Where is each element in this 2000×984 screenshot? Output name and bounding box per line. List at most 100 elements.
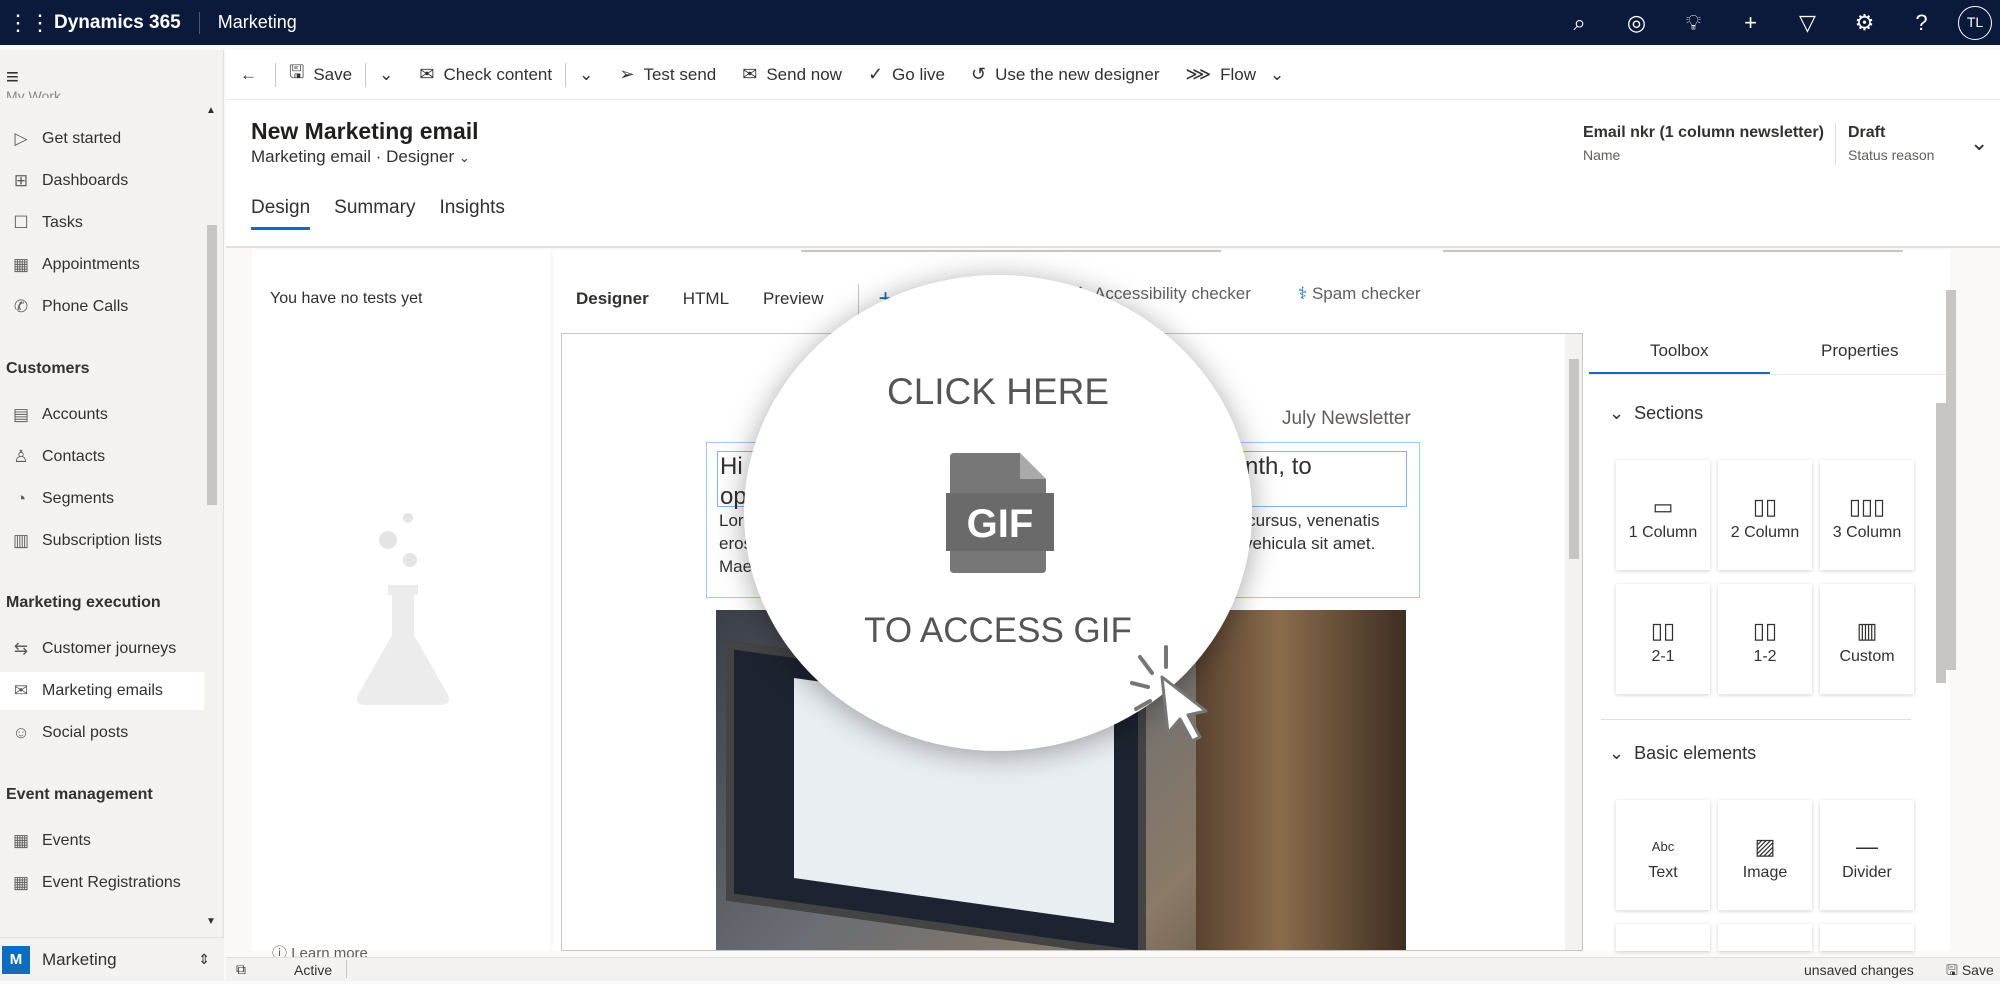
sidebar-scroll-down-icon[interactable]: ▼ <box>206 916 216 927</box>
sidebar-item-customer-journeys[interactable]: ⇆ Customer journeys <box>0 630 204 668</box>
segments-icon: ◔ <box>15 489 27 508</box>
scroll-thumb[interactable] <box>1946 290 1956 670</box>
person-icon: ♙ <box>13 447 29 466</box>
area-switcher[interactable]: M Marketing ⇕ <box>0 937 224 981</box>
sections-header[interactable]: ⌄ Sections <box>1609 403 1703 424</box>
help-icon[interactable]: ? <box>1893 10 1950 36</box>
outer-scrollbar[interactable] <box>1946 270 1956 950</box>
sidebar-item-appointments[interactable]: ▦ Appointments <box>0 246 204 284</box>
sidebar-scroll-up-icon[interactable]: ▲ <box>206 105 216 116</box>
save-options-chevron[interactable]: ⌄ <box>366 50 406 100</box>
sidebar-item-segments[interactable]: ◔ Segments <box>0 480 204 518</box>
tab-summary[interactable]: Summary <box>334 197 415 230</box>
section-1-2[interactable]: ▯▯ 1-2 <box>1718 584 1812 694</box>
save-label: Save <box>1961 962 1994 978</box>
use-new-designer-button[interactable]: ↺ Use the new designer <box>958 50 1173 100</box>
canvas-scrollbar[interactable] <box>1565 334 1582 950</box>
tab-designer[interactable]: Designer <box>576 289 649 309</box>
sidebar-item-accounts[interactable]: ▤ Accounts <box>0 396 204 434</box>
section-2-column[interactable]: ▯▯ 2 Column <box>1718 460 1812 570</box>
record-status: Active <box>294 962 333 978</box>
three-column-icon: ▯▯▯ <box>1848 494 1886 519</box>
basic-elements-header[interactable]: ⌄ Basic elements <box>1609 743 1756 764</box>
element-image[interactable]: ▨ Image <box>1718 800 1812 910</box>
list-icon: ▥ <box>12 531 30 550</box>
sidebar-item-social-posts[interactable]: ☺ Social posts <box>0 714 204 752</box>
chevron-down-icon: ⌄ <box>579 64 594 84</box>
sidebar-item-event-registrations[interactable]: ▦ Event Registrations <box>0 864 204 902</box>
statusbar-save-button[interactable]: 🖫︎ Save <box>1946 960 1994 984</box>
command-bar: ← 🖫︎ Save ⌄ ✉ Check content ⌄ ➢ Test send ✉… <box>226 50 2000 100</box>
element-more[interactable] <box>1616 924 1710 951</box>
form-selector[interactable]: Designer ⌄ <box>386 147 470 166</box>
save-icon: 🖫︎ <box>289 61 305 82</box>
check-content-button[interactable]: ✉ Check content <box>406 50 565 100</box>
chevron-down-icon: ⌄ <box>458 150 470 165</box>
element-text[interactable]: Abc Text <box>1616 800 1710 910</box>
basic-elements-title: Basic elements <box>1634 743 1757 763</box>
settings-icon[interactable]: ⚙ <box>1836 10 1893 36</box>
section-2-1[interactable]: ▯▯ 2-1 <box>1616 584 1710 694</box>
status-label: Status reason <box>1848 147 1935 163</box>
tab-toolbox[interactable]: Toolbox <box>1589 333 1770 374</box>
stethoscope-icon: ⚕ <box>1298 284 1308 303</box>
sidebar-item-tasks[interactable]: ☐ Tasks <box>0 204 204 242</box>
sidebar-item-contacts[interactable]: ♙ Contacts <box>0 438 204 476</box>
spam-checker-button[interactable]: ⚕ Spam checker <box>1298 284 1421 304</box>
one-two-column-icon: ▯▯ <box>1752 618 1778 643</box>
avatar[interactable]: TL <box>1958 5 1992 40</box>
element-more[interactable] <box>1718 924 1812 951</box>
two-column-icon: ▯▯ <box>1752 494 1778 519</box>
send-now-icon: ✉ <box>742 64 758 84</box>
element-divider[interactable]: — Divider <box>1820 800 1914 910</box>
save-button[interactable]: 🖫︎ Save <box>276 50 365 100</box>
section-custom[interactable]: ▥ Custom <box>1820 584 1914 694</box>
divider <box>346 960 347 978</box>
section-3-column[interactable]: ▯▯▯ 3 Column <box>1820 460 1914 570</box>
calendar-icon: ▦ <box>12 831 30 850</box>
hamburger-icon[interactable]: ≡ <box>6 64 19 90</box>
gif-overlay[interactable]: CLICK HERE GIF TO ACCESS GIF <box>744 275 1252 751</box>
search-icon[interactable]: ⌕ <box>1551 10 1608 36</box>
lightbulb-icon[interactable]: 💡︎ <box>1665 10 1722 36</box>
scroll-thumb[interactable] <box>1569 359 1579 559</box>
flow-button[interactable]: ⋙ Flow ⌄ <box>1173 50 1298 100</box>
go-live-button[interactable]: ✓ Go live <box>855 50 958 100</box>
sidebar-item-phone-calls[interactable]: ✆ Phone Calls <box>0 288 204 326</box>
tab-properties[interactable]: Properties <box>1770 333 1951 374</box>
check-content-chevron[interactable]: ⌄ <box>566 50 606 100</box>
element-more[interactable] <box>1820 924 1914 951</box>
sections-title: Sections <box>1634 403 1704 423</box>
record-tabs: Design Summary Insights <box>251 197 505 230</box>
section-1-column[interactable]: ▭ 1 Column <box>1616 460 1710 570</box>
sidebar-item-label: Contacts <box>42 448 106 465</box>
sidebar-item-dashboards[interactable]: ⊞ Dashboards <box>0 162 204 200</box>
heading-end: nth, to <box>1245 453 1312 480</box>
tab-html[interactable]: HTML <box>683 289 729 309</box>
app-launcher-icon[interactable]: ⋮⋮⋮ <box>0 0 51 45</box>
sidebar-item-get-started[interactable]: ▷ Get started <box>0 120 204 158</box>
brand-name[interactable]: Dynamics 365 <box>54 12 181 34</box>
filter-icon[interactable]: ▽ <box>1779 10 1836 36</box>
sidebar-item-marketing-emails[interactable]: ✉ Marketing emails <box>0 672 204 710</box>
tile-label: Image <box>1742 864 1788 881</box>
task-icon[interactable]: ◎ <box>1608 10 1665 36</box>
nav-group-event-management: Event management <box>6 786 153 803</box>
gif-file-icon: GIF <box>946 453 1054 573</box>
sidebar-item-subscription-lists[interactable]: ▥ Subscription lists <box>0 522 204 560</box>
tab-design[interactable]: Design <box>251 197 311 230</box>
scroll-thumb[interactable] <box>1936 403 1946 683</box>
sidebar-item-events[interactable]: ▦ Events <box>0 822 204 860</box>
back-button[interactable]: ← <box>226 50 275 100</box>
sidebar-scrollbar[interactable] <box>207 225 217 505</box>
send-now-button[interactable]: ✉ Send now <box>729 50 855 100</box>
tab-insights[interactable]: Insights <box>439 197 504 230</box>
plus-icon[interactable]: + <box>1722 10 1779 36</box>
divider <box>198 11 200 34</box>
test-send-button[interactable]: ➢ Test send <box>606 50 729 100</box>
app-name[interactable]: Marketing <box>218 12 297 33</box>
expand-header-chevron-icon[interactable]: ⌄ <box>1970 130 1988 156</box>
open-in-window-icon[interactable]: ⧉ <box>236 961 246 978</box>
journey-icon: ⇆ <box>13 639 29 658</box>
tab-preview[interactable]: Preview <box>763 289 823 309</box>
